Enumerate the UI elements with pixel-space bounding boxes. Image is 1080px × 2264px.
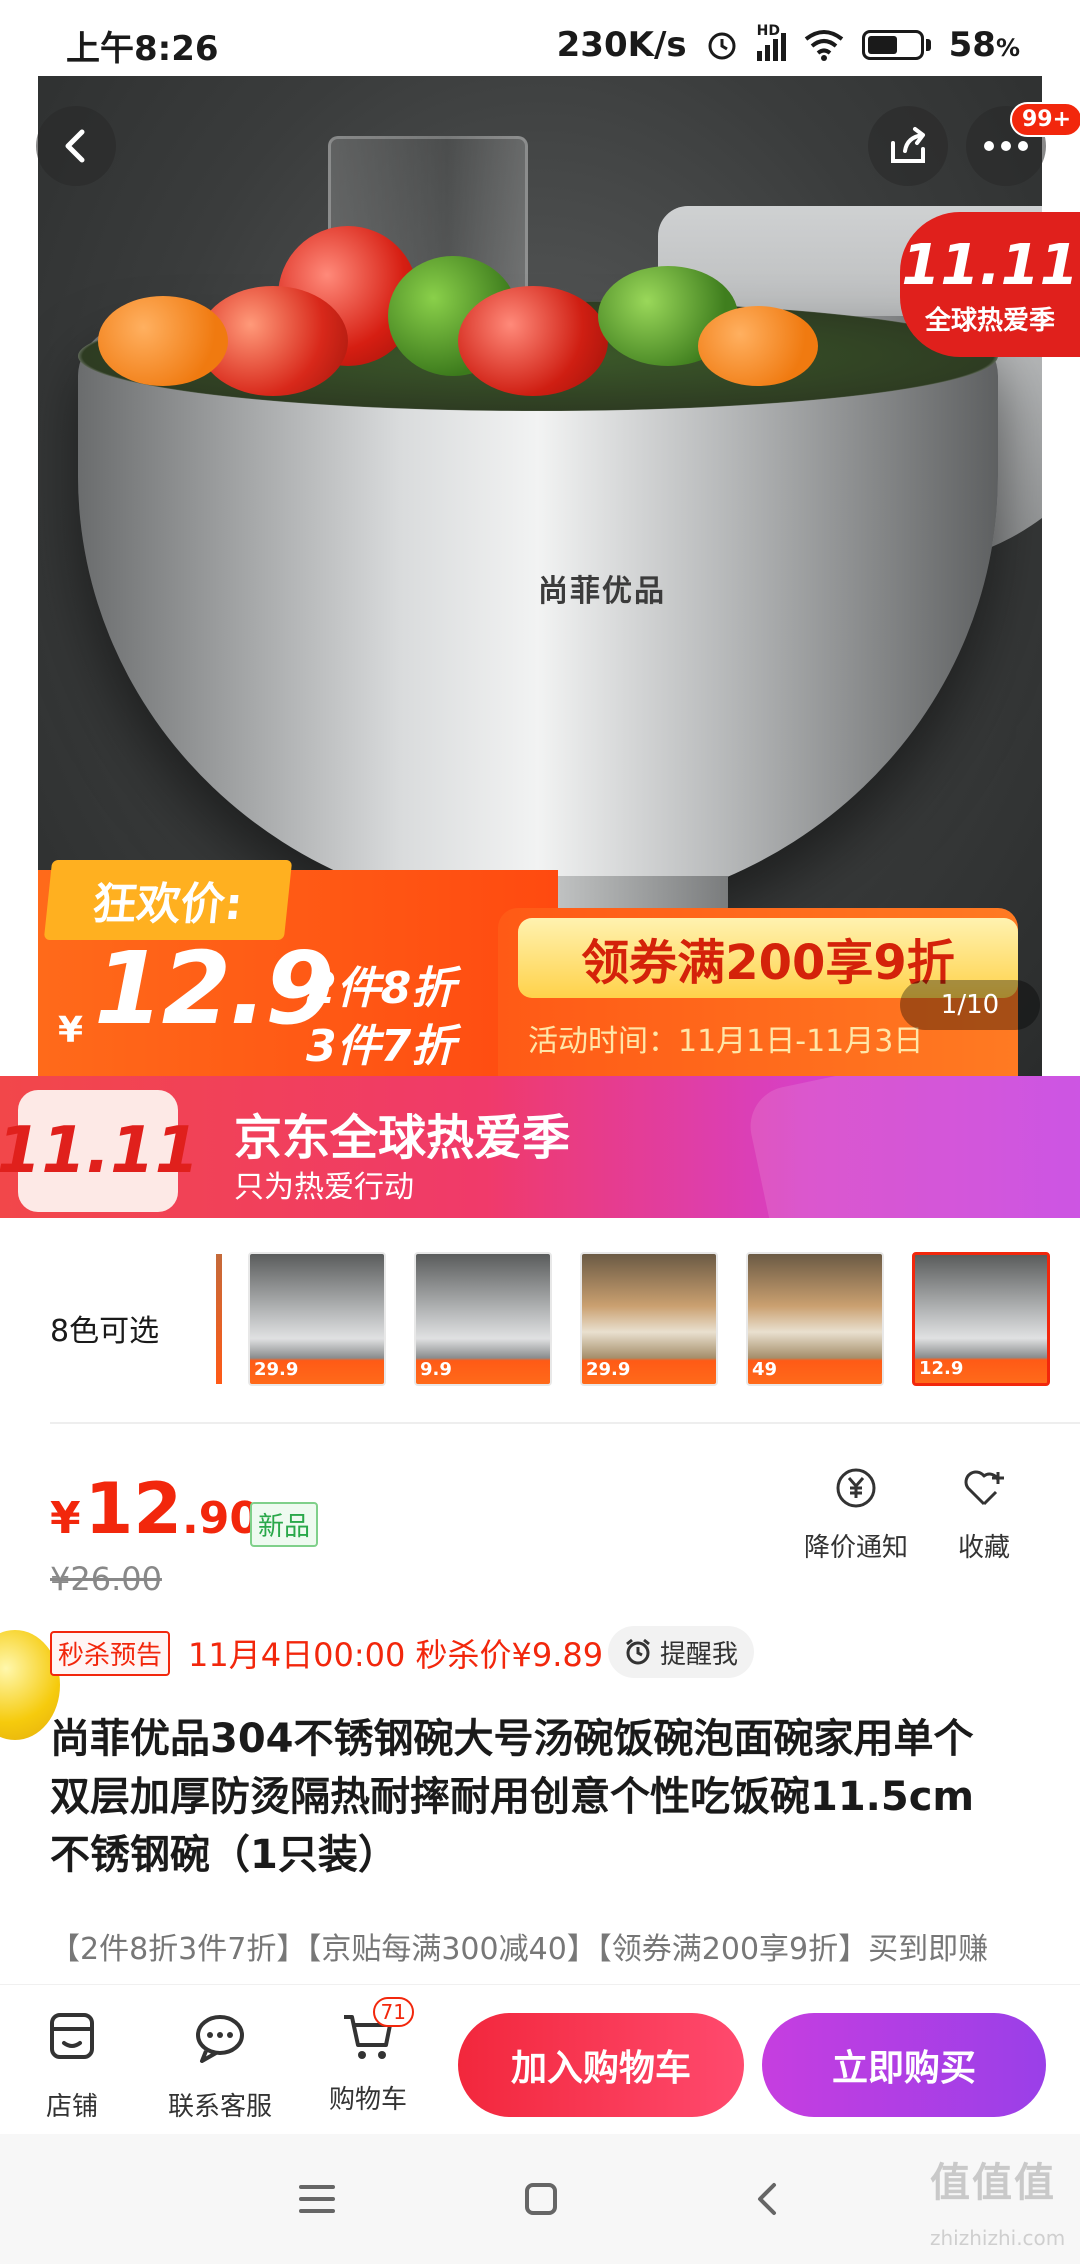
buy-now-button[interactable]: 立即购买 [762,2013,1046,2117]
menu-icon [299,2185,335,2213]
back-button[interactable] [36,106,116,186]
shop-icon [50,2013,94,2059]
bottom-action-bar: 店铺 联系客服 71 购物车 加入购物车 立即购买 [0,1984,1080,2134]
carousel-page-indicator: 1/10 [900,980,1040,1030]
shop-label: 店铺 [45,2092,98,2122]
color-options-label[interactable]: 8色可选 [50,1306,159,1350]
add-to-cart-button[interactable]: 加入购物车 [458,2013,744,2117]
watermark-url: zhizhizhi.com [930,2226,1066,2250]
customer-service-button[interactable]: 联系客服 [160,2009,280,2123]
remind-me-button[interactable]: 提醒我 [608,1626,754,1678]
more-dots-icon [984,141,1028,151]
color-thumb[interactable]: 9.9 [414,1252,552,1386]
share-button[interactable] [868,106,948,186]
hero-promo-strip: 狂欢价: ¥ 12.9 2件8折 3件7折 领券满200享9折 活动时间：11月… [38,860,1042,1076]
customer-service-label: 联系客服 [167,2092,272,2122]
cart-count-badge: 71 [372,1997,414,2027]
message-badge: 99+ [1010,102,1080,137]
price-decimal: .90 [182,1493,260,1544]
favorite-button[interactable]: 收藏 [924,1466,1044,1564]
network-speed: 230K/s [556,25,687,65]
color-options: 8色可选 29.9 9.9 29.9 49 12.9 [0,1240,1080,1386]
chat-icon [196,2015,244,2063]
seckill-preview: 秒杀预告 11月4日00:00 秒杀价¥9.89 [50,1630,603,1676]
heart-plus-icon [964,1470,1004,1506]
divider [50,1422,1080,1424]
promo-yen: ¥ [58,1010,84,1051]
battery-icon [861,30,931,60]
promo-discount-2: 3件7折 [306,1021,456,1072]
double-eleven-banner[interactable]: 11.11 京东全球热爱季 只为热爱行动 [0,1076,1080,1218]
banner-subtitle: 只为热爱行动 [234,1170,414,1205]
banner-decoration [743,1076,1080,1218]
back-nav-button[interactable] [734,2166,800,2232]
cart-label: 购物车 [328,2085,407,2115]
signal-icon: HD [756,23,786,61]
shop-button[interactable]: 店铺 [12,2009,132,2123]
menu-nav-button[interactable] [284,2166,350,2232]
promo-discounts: 2件8折 3件7折 [306,960,455,1076]
promo-flag: 狂欢价: [43,860,293,940]
wifi-icon [804,30,843,61]
seckill-tag: 秒杀预告 [50,1630,171,1676]
promo-price: 12.9 [94,930,335,1047]
status-indicators: 230K/s HD 58% [556,23,1020,65]
original-price: ¥26.00 [50,1560,162,1598]
battery-level: 58% [948,25,1020,65]
alarm-clock-icon [626,1638,650,1665]
price-yen: ¥ [50,1493,81,1544]
watermark-logo: 值值值 [930,2160,1056,2206]
alarm-icon [708,32,736,60]
back-triangle-icon [758,2183,776,2215]
price-alert-label: 降价通知 [803,1533,908,1563]
network-type: HD [756,23,780,39]
home-nav-button[interactable] [508,2166,574,2232]
promo-time: 活动时间：11月1日-11月3日 [528,1024,924,1059]
current-price: ¥ 12 .90 [50,1468,260,1550]
thumb-partial[interactable] [216,1254,222,1384]
color-thumb-selected[interactable]: 12.9 [912,1252,1050,1386]
promo-discount-1: 2件8折 [306,963,456,1014]
banner-title: 京东全球热爱季 [234,1110,571,1166]
price-integer: 12 [84,1468,183,1550]
color-thumb[interactable]: 29.9 [580,1252,718,1386]
corner-promo-number: 11.11 [901,233,1079,298]
double-eleven-corner-badge: 11.11 全球热爱季 [900,212,1080,357]
system-navigation-bar [0,2134,1080,2264]
status-time: 上午8:26 [66,28,219,69]
double-eleven-logo: 11.11 [0,1090,199,1212]
color-thumb[interactable]: 49 [746,1252,884,1386]
cart-button[interactable]: 71 购物车 [308,1997,428,2116]
seckill-text: 11月4日00:00 秒杀价¥9.89 [188,1636,604,1674]
favorite-label: 收藏 [957,1533,1010,1563]
price-alert-icon [836,1468,876,1508]
product-title: 尚菲优品304不锈钢碗大号汤碗饭碗泡面碗家用单个双层加厚防烫隔热耐摔耐用创意个性… [50,1716,975,1878]
share-icon [891,127,925,163]
color-thumb[interactable]: 29.9 [248,1252,386,1386]
remind-me-label: 提醒我 [659,1639,738,1670]
new-product-tag: 新品 [250,1502,319,1547]
home-square-icon [525,2183,557,2215]
corner-promo-text: 全球热爱季 [924,306,1055,336]
product-subtitle: 【2件8折3件7折】【京贴每满300减40】【领券满200享9折】买到即赚 [50,1932,989,1967]
chevron-left-icon [65,129,85,163]
price-alert-button[interactable]: 降价通知 [796,1466,916,1564]
bowl-brand-engraving: 尚菲优品 [538,574,666,609]
